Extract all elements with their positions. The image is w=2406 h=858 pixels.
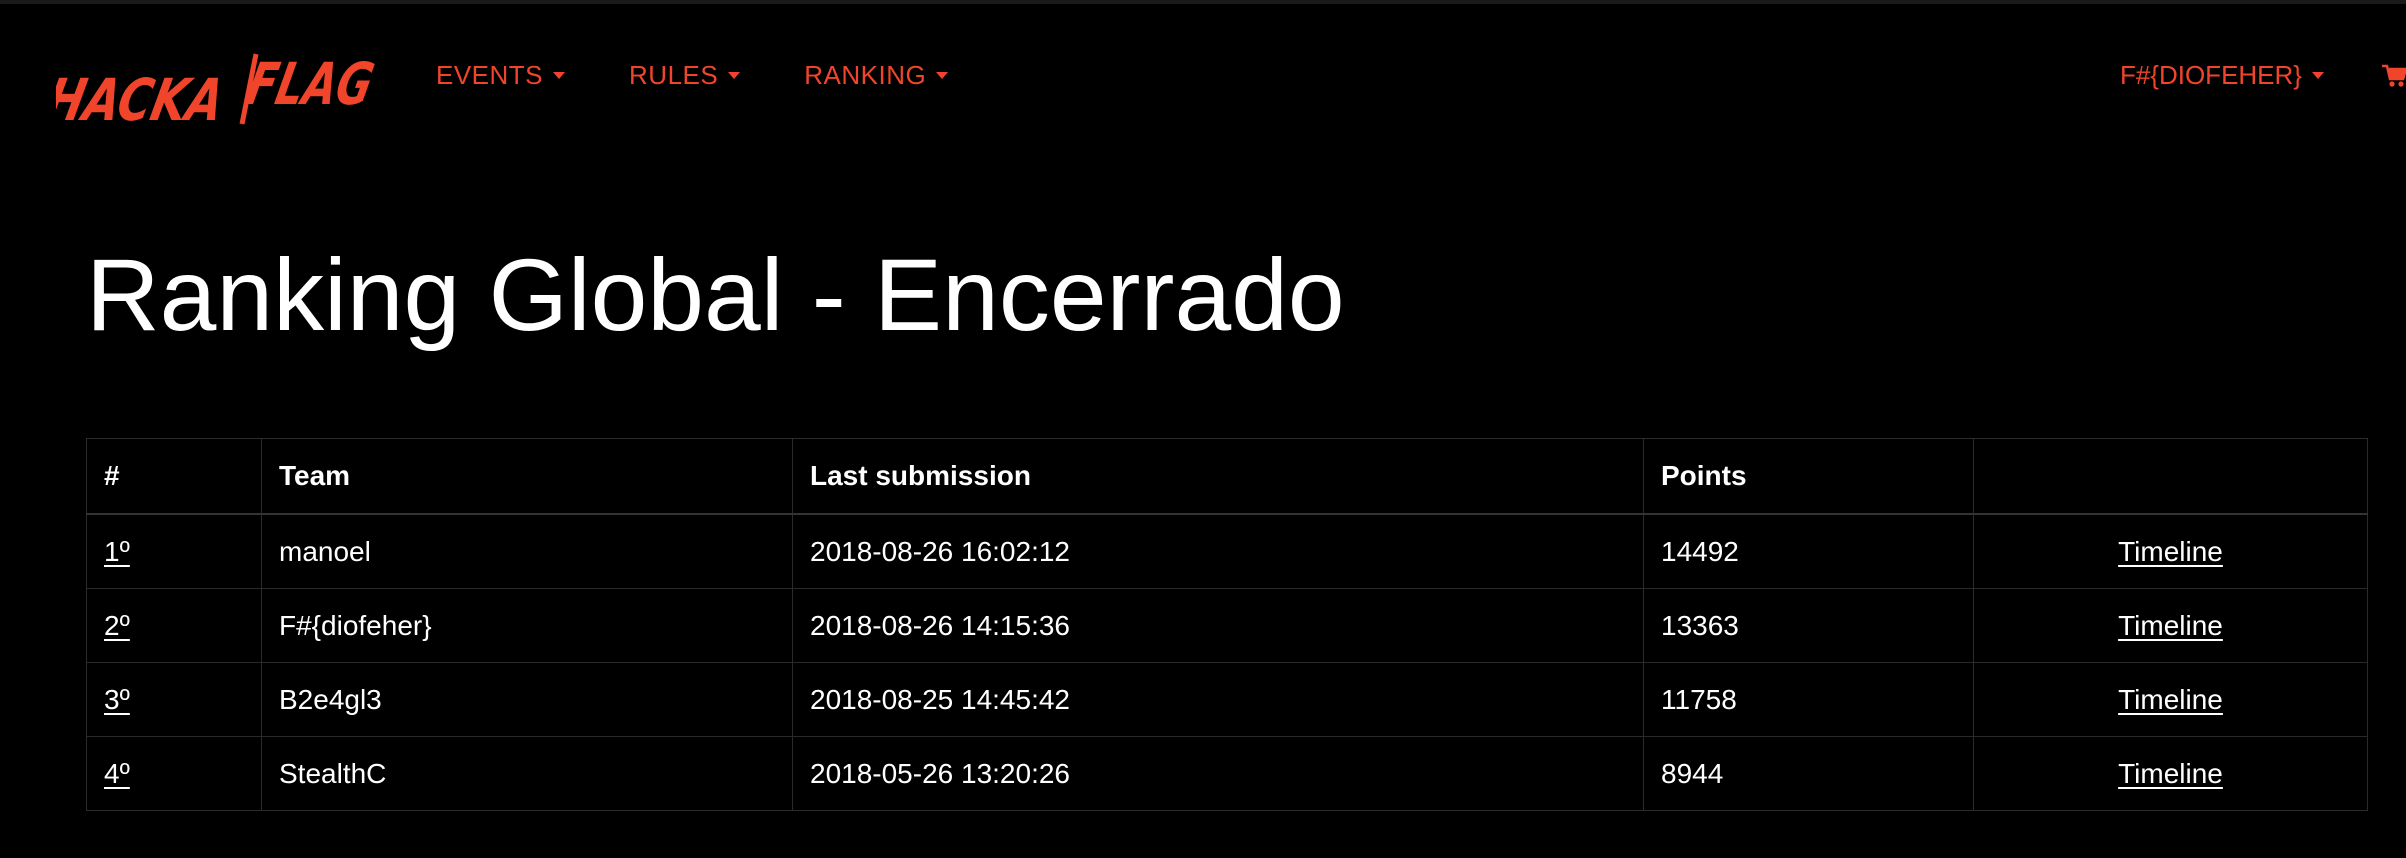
header-rank: # — [86, 438, 262, 515]
team-cell: StealthC — [261, 736, 793, 811]
points-cell: 13363 — [1643, 588, 1974, 663]
table-row: 1º manoel 2018-08-26 16:02:12 14492 Time… — [86, 513, 2368, 589]
rank-cell: 3º — [86, 662, 262, 737]
rank-cell: 1º — [86, 513, 262, 589]
header-timeline — [1973, 438, 2368, 515]
last-submission-cell: 2018-08-26 16:02:12 — [792, 513, 1644, 589]
rank-cell: 2º — [86, 588, 262, 663]
points-cell: 8944 — [1643, 736, 1974, 811]
table-header-row: # Team Last submission Points — [86, 438, 2368, 515]
logo-text-right: FLAG — [241, 51, 376, 118]
rank-link[interactable]: 4º — [104, 758, 130, 789]
header-last-submission: Last submission — [792, 438, 1644, 515]
team-cell: manoel — [261, 513, 793, 589]
navbar-right: F#{DIOFEHER} — [2120, 60, 2406, 91]
timeline-cell: Timeline — [1973, 736, 2368, 811]
timeline-link[interactable]: Timeline — [2118, 684, 2223, 715]
rank-link[interactable]: 3º — [104, 684, 130, 715]
user-menu-label: F#{DIOFEHER} — [2119, 60, 2302, 90]
timeline-link[interactable]: Timeline — [2118, 536, 2223, 567]
ranking-table: # Team Last submission Points 1º manoel … — [86, 438, 2368, 811]
menu-ranking-label: RANKING — [804, 60, 927, 90]
menu-events[interactable]: EVENTS — [436, 60, 566, 91]
team-cell: F#{diofeher} — [261, 588, 793, 663]
chevron-down-icon — [728, 72, 741, 79]
timeline-cell: Timeline — [1973, 588, 2368, 663]
header-team: Team — [261, 438, 793, 515]
table-row: 4º StealthC 2018-05-26 13:20:26 8944 Tim… — [86, 736, 2368, 811]
team-cell: B2e4gl3 — [261, 662, 793, 737]
menu-rules[interactable]: RULES — [629, 60, 741, 91]
logo-text-left: HACKA — [56, 67, 230, 132]
page: HACKA FLAG EVENTS RULES RANKING F#{DIOFE… — [0, 0, 2406, 858]
hackaflag-logo[interactable]: HACKA FLAG — [56, 48, 376, 132]
last-submission-cell: 2018-08-25 14:45:42 — [792, 662, 1644, 737]
chevron-down-icon — [553, 72, 566, 79]
table-row: 2º F#{diofeher} 2018-08-26 14:15:36 1336… — [86, 588, 2368, 663]
header-points: Points — [1643, 438, 1974, 515]
table-row: 3º B2e4gl3 2018-08-25 14:45:42 11758 Tim… — [86, 662, 2368, 737]
chevron-down-icon — [936, 72, 949, 79]
chevron-down-icon — [2312, 72, 2324, 79]
user-menu[interactable]: F#{DIOFEHER} — [2120, 60, 2324, 91]
menu-ranking[interactable]: RANKING — [804, 60, 949, 91]
page-title: Ranking Global - Encerrado — [86, 238, 1345, 352]
points-cell: 11758 — [1643, 662, 1974, 737]
main-menu: EVENTS RULES RANKING — [436, 60, 1012, 91]
points-cell: 14492 — [1643, 513, 1974, 589]
timeline-link[interactable]: Timeline — [2118, 758, 2223, 789]
rank-cell: 4º — [86, 736, 262, 811]
rank-link[interactable]: 2º — [104, 610, 130, 641]
last-submission-cell: 2018-05-26 13:20:26 — [792, 736, 1644, 811]
rank-link[interactable]: 1º — [104, 536, 130, 567]
last-submission-cell: 2018-08-26 14:15:36 — [792, 588, 1644, 663]
shopping-cart-icon[interactable] — [2382, 63, 2406, 89]
navbar: HACKA FLAG EVENTS RULES RANKING F#{DIOFE… — [0, 8, 2406, 148]
menu-events-label: EVENTS — [436, 60, 544, 90]
timeline-link[interactable]: Timeline — [2118, 610, 2223, 641]
timeline-cell: Timeline — [1973, 662, 2368, 737]
menu-rules-label: RULES — [629, 60, 719, 90]
timeline-cell: Timeline — [1973, 513, 2368, 589]
